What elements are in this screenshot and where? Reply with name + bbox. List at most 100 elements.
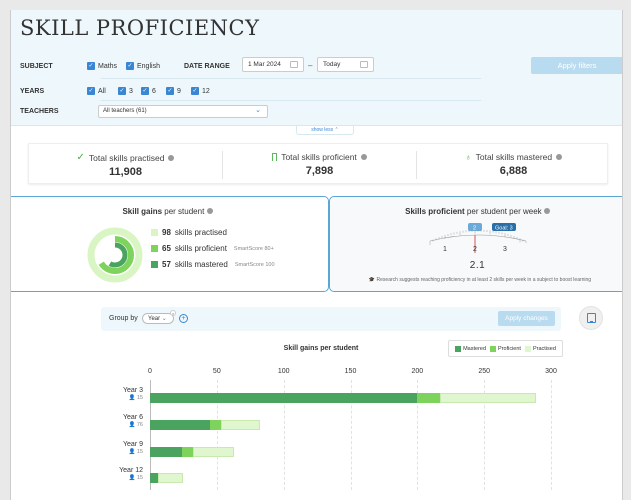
legend-value: 57 — [162, 260, 171, 269]
bar-mastered[interactable] — [150, 447, 183, 457]
checkbox-label: English — [137, 62, 160, 70]
x-tick-label: 250 — [478, 368, 490, 375]
legend-sub: SmartScore 80+ — [233, 245, 274, 252]
bar-mastered[interactable] — [150, 393, 418, 403]
checkbox-checked-icon: ✓ — [191, 87, 199, 95]
x-tick-label: 150 — [344, 368, 357, 375]
year-3-checkbox[interactable]: ✓ 3 — [118, 87, 133, 95]
export-button[interactable] — [579, 306, 603, 330]
gauge-ticks — [429, 229, 527, 245]
legend-mastered: 57 skills mastered SmartScore 100 — [151, 260, 275, 269]
subject-maths-checkbox[interactable]: ✓ Maths — [87, 62, 117, 70]
total-value: 11,908 — [108, 166, 143, 178]
bar-mastered[interactable] — [150, 420, 211, 430]
checkbox-label: 6 — [152, 87, 156, 95]
year-6-checkbox[interactable]: ✓ 6 — [141, 87, 156, 95]
card-title-rest: per student — [162, 207, 205, 216]
skill-gains-card[interactable]: Skill gains per student 98 skills practis… — [11, 196, 329, 292]
category-label: Year 12 👤 15 — [101, 467, 143, 481]
category-name: Year 3 — [123, 387, 143, 394]
check-icon: ✓ — [76, 152, 85, 163]
date-to-field[interactable]: Today — [317, 57, 374, 72]
divider — [101, 78, 481, 79]
year-9-checkbox[interactable]: ✓ 9 — [166, 87, 181, 95]
total-proficient: Total skills proficient 7,898 — [223, 144, 416, 185]
bar-mastered[interactable] — [150, 473, 159, 483]
bar-proficient[interactable] — [417, 393, 441, 403]
calendar-icon — [360, 61, 368, 68]
legend-mastered: Mastered — [455, 345, 487, 352]
date-to-value: Today — [323, 61, 341, 68]
skill-gains-title: Skill gains per student — [11, 207, 328, 216]
remove-icon[interactable]: × — [170, 310, 176, 316]
group-by-value: Year — [148, 316, 161, 322]
add-group-button[interactable]: + — [179, 314, 188, 323]
legend-label: skills mastered — [174, 260, 228, 269]
teachers-select-value: All teachers (61) — [103, 108, 147, 114]
checkbox-checked-icon: ✓ — [126, 62, 134, 70]
student-count: 👤 76 — [128, 422, 144, 428]
x-tick-label: 100 — [277, 368, 290, 375]
year-12-checkbox[interactable]: ✓ 12 — [191, 87, 210, 95]
trophy-icon: ♁ — [464, 152, 472, 162]
page-title: SKILL PROFICIENCY — [20, 16, 260, 40]
skills-proficient-card[interactable]: Skills proficient per student per week 2… — [329, 196, 622, 292]
grid-line — [551, 380, 552, 490]
bar-proficient[interactable] — [210, 420, 221, 430]
category-label: Year 6 👤 76 — [101, 414, 143, 428]
bar-practised[interactable] — [158, 473, 184, 483]
calendar-icon — [290, 61, 298, 68]
bar-proficient[interactable] — [182, 447, 193, 457]
student-count: 👤 15 — [128, 449, 144, 455]
subject-english-checkbox[interactable]: ✓ English — [126, 62, 160, 70]
legend-label: Proficient — [498, 345, 521, 352]
legend-practised: 98 skills practised — [151, 228, 227, 237]
teachers-select[interactable]: All teachers (61) ⌄ — [98, 105, 268, 118]
legend-swatch — [524, 345, 531, 352]
gauge-arc — [429, 234, 527, 242]
student-count: 👤 15 — [128, 395, 144, 401]
year-all-checkbox[interactable]: ✓ All — [87, 87, 106, 95]
checkbox-checked-icon: ✓ — [118, 87, 126, 95]
export-icon — [586, 313, 596, 323]
legend-label: Mastered — [463, 345, 487, 352]
checkbox-checked-icon: ✓ — [166, 87, 174, 95]
gauge-label-3: 3 — [503, 246, 507, 253]
divider — [101, 100, 481, 101]
date-separator: – — [308, 61, 313, 70]
date-from-field[interactable]: 1 Mar 2024 — [242, 57, 304, 72]
info-icon[interactable] — [168, 154, 175, 161]
goal-label: Goal: 3 — [495, 226, 513, 232]
apply-filters-button[interactable]: Apply filters — [531, 57, 622, 74]
bar-practised[interactable] — [440, 393, 537, 403]
category-label: Year 3 👤 15 — [101, 387, 143, 401]
skill-gains-donut — [87, 227, 143, 283]
category-label: Year 9 👤 15 — [101, 441, 143, 455]
info-icon[interactable] — [206, 208, 213, 214]
bar-practised[interactable] — [220, 420, 260, 430]
card-title-bold: Skills proficient — [405, 207, 465, 216]
info-icon[interactable] — [556, 154, 563, 160]
x-tick-label: 200 — [411, 368, 424, 375]
legend-swatch — [151, 229, 158, 236]
skills-proficient-title: Skills proficient per student per week — [330, 207, 622, 216]
chart-controls: Group by Year ⌄ × + Apply changes — [101, 307, 561, 331]
legend-label: Practised — [532, 345, 556, 352]
legend-swatch — [151, 245, 158, 252]
gauge-label-1: 1 — [443, 246, 447, 253]
group-by-select[interactable]: Year ⌄ × — [142, 310, 176, 324]
total-practised: ✓ Total skills practised 11,908 — [29, 144, 222, 185]
info-icon[interactable] — [543, 208, 550, 214]
bar-practised[interactable] — [192, 447, 235, 457]
subject-label: SUBJECT — [20, 63, 53, 70]
chart-title: Skill gains per student — [283, 345, 359, 352]
x-tick-label: 0 — [148, 368, 152, 375]
marker-label: 2 — [473, 226, 476, 232]
checkbox-label: 9 — [177, 87, 181, 95]
show-less-toggle[interactable]: show less ⌃ — [296, 126, 354, 135]
total-value: 7,898 — [305, 165, 334, 177]
x-tick-label: 50 — [212, 368, 221, 375]
apply-changes-button[interactable]: Apply changes — [498, 311, 555, 326]
info-icon[interactable] — [360, 154, 367, 160]
legend-swatch — [455, 345, 462, 352]
